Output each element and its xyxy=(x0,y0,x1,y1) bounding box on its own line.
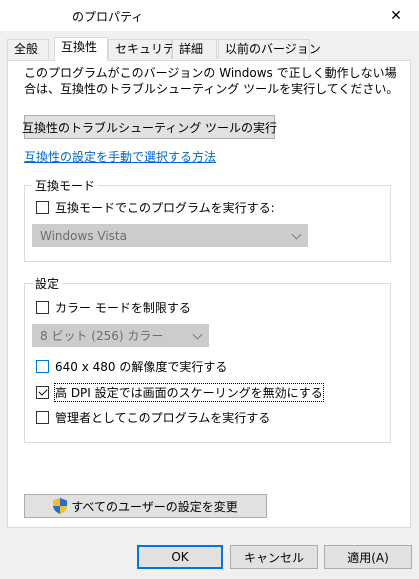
compat-mode-group: 互換モード 互換モードでこのプログラムを実行する: Windows Vista xyxy=(24,177,391,262)
title-bar: のプロパティ ✕ xyxy=(0,0,419,31)
run-as-admin-checkbox[interactable] xyxy=(36,411,49,424)
apply-button[interactable]: 適用(A) xyxy=(324,545,412,569)
color-mode-checkbox[interactable] xyxy=(36,301,49,314)
resolution-label: 640 x 480 の解像度で実行する xyxy=(55,360,228,374)
tab-compatibility[interactable]: 互換性 xyxy=(54,37,108,61)
uac-shield-icon xyxy=(53,498,68,514)
manual-settings-link[interactable]: 互換性の設定を手動で選択する方法 xyxy=(24,148,216,165)
resolution-checkbox[interactable] xyxy=(36,360,49,373)
settings-group-label: 設定 xyxy=(32,275,63,292)
change-all-users-settings-label: すべてのユーザーの設定を変更 xyxy=(71,499,238,514)
color-depth-value: 8 ビット (256) カラー xyxy=(40,329,164,343)
settings-group: 設定 カラー モードを制限する 8 ビット (256) カラー 640 x 48… xyxy=(24,275,391,443)
compat-mode-checkbox-label: 互換モードでこのプログラムを実行する: xyxy=(55,201,275,215)
tab-security[interactable]: セキュリティ xyxy=(108,39,186,59)
color-mode-label: カラー モードを制限する xyxy=(55,301,191,315)
tab-previous-versions[interactable]: 以前のバージョン xyxy=(218,39,321,59)
cancel-button[interactable]: キャンセル xyxy=(230,545,318,569)
window-title: のプロパティ xyxy=(72,10,144,24)
close-button[interactable]: ✕ xyxy=(373,0,419,31)
run-troubleshooter-button[interactable]: 互換性のトラブルシューティング ツールの実行 xyxy=(22,115,277,139)
chevron-down-icon xyxy=(192,329,203,340)
high-dpi-checkbox[interactable] xyxy=(36,386,49,399)
compatibility-description: このプログラムがこのバージョンの Windows で正しく動作しない場合は、互換… xyxy=(24,66,399,96)
color-depth-dropdown[interactable]: 8 ビット (256) カラー xyxy=(32,324,209,347)
ok-button[interactable]: OK xyxy=(137,545,223,569)
run-as-admin-checkbox-row[interactable]: 管理者としてこのプログラムを実行する xyxy=(36,409,270,426)
compat-mode-group-label: 互換モード xyxy=(32,177,99,194)
tab-general[interactable]: 全般 xyxy=(7,39,49,59)
compat-mode-checkbox[interactable] xyxy=(36,201,49,214)
compatibility-panel: このプログラムがこのバージョンの Windows で正しく動作しない場合は、互換… xyxy=(7,60,411,528)
tab-details[interactable]: 詳細 xyxy=(172,39,217,59)
os-version-value: Windows Vista xyxy=(40,228,127,243)
resolution-checkbox-row[interactable]: 640 x 480 の解像度で実行する xyxy=(36,358,227,375)
change-all-users-settings-button[interactable]: すべてのユーザーの設定を変更 xyxy=(24,494,267,518)
high-dpi-label: 高 DPI 設定では画面のスケーリングを無効にする xyxy=(54,383,324,402)
os-version-dropdown[interactable]: Windows Vista xyxy=(32,224,308,247)
high-dpi-checkbox-row[interactable]: 高 DPI 設定では画面のスケーリングを無効にする xyxy=(36,383,324,402)
chevron-down-icon xyxy=(291,229,302,240)
run-as-admin-label: 管理者としてこのプログラムを実行する xyxy=(55,411,271,425)
color-mode-checkbox-row[interactable]: カラー モードを制限する xyxy=(36,299,191,316)
close-icon: ✕ xyxy=(390,7,402,24)
compat-mode-checkbox-row[interactable]: 互換モードでこのプログラムを実行する: xyxy=(36,199,275,216)
